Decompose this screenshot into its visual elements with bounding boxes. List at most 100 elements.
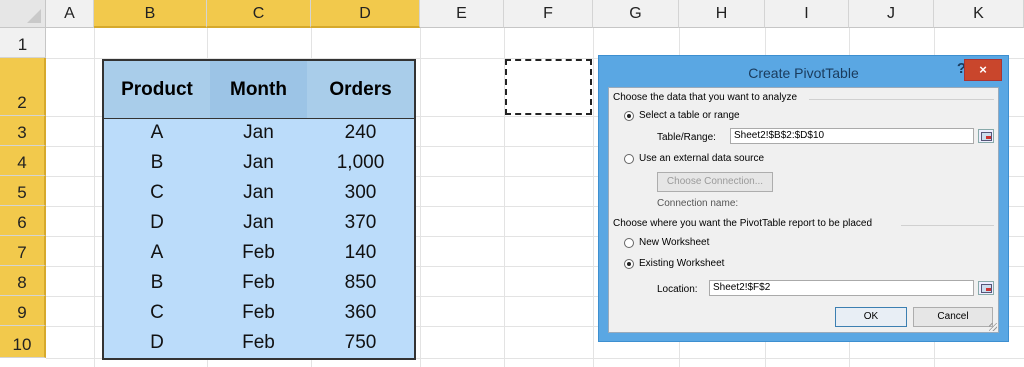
location-label: Location: xyxy=(657,284,698,295)
cell-product[interactable]: A xyxy=(104,238,210,268)
table-row: D Feb 750 xyxy=(104,328,414,358)
cell-month[interactable]: Feb xyxy=(210,298,307,328)
divider xyxy=(901,225,994,226)
new-worksheet-radio[interactable] xyxy=(624,238,634,248)
table-row: D Jan 370 xyxy=(104,208,414,238)
connection-name-label: Connection name: xyxy=(657,198,739,209)
row-header-1[interactable]: 1 xyxy=(0,28,46,58)
header-month[interactable]: Month xyxy=(210,61,307,118)
column-header-e[interactable]: E xyxy=(420,0,504,28)
location-picker-icon[interactable] xyxy=(978,281,994,295)
row-header-7[interactable]: 7 xyxy=(0,236,46,266)
cell-month[interactable]: Jan xyxy=(210,178,307,208)
cell-orders[interactable]: 240 xyxy=(307,118,414,148)
existing-worksheet-radio[interactable] xyxy=(624,259,634,269)
row-number: 6 xyxy=(17,213,27,232)
cell-product[interactable]: D xyxy=(104,328,210,358)
row-number: 3 xyxy=(17,123,27,142)
row-header-6[interactable]: 6 xyxy=(0,206,46,236)
row-number: 4 xyxy=(17,153,27,172)
select-table-label[interactable]: Select a table or range xyxy=(639,110,740,121)
select-all-icon xyxy=(27,9,41,23)
row-header-9[interactable]: 9 xyxy=(0,296,46,326)
close-button[interactable]: × xyxy=(964,59,1002,81)
cancel-button[interactable]: Cancel xyxy=(913,307,993,327)
column-header-a[interactable]: A xyxy=(46,0,94,28)
external-source-radio[interactable] xyxy=(624,154,634,164)
gridline xyxy=(420,28,421,367)
row-number: 1 xyxy=(17,35,28,54)
gridline xyxy=(593,28,594,367)
divider xyxy=(809,99,994,100)
external-source-label[interactable]: Use an external data source xyxy=(639,153,764,164)
cell-product[interactable]: C xyxy=(104,298,210,328)
row-number: 7 xyxy=(17,243,27,262)
table-row: A Feb 140 xyxy=(104,238,414,268)
cell-month[interactable]: Jan xyxy=(210,208,307,238)
cell-orders[interactable]: 750 xyxy=(307,328,414,358)
column-header-k[interactable]: K xyxy=(934,0,1024,28)
table-row: B Jan 1,000 xyxy=(104,148,414,178)
select-all-corner[interactable] xyxy=(0,0,46,28)
location-field[interactable]: Sheet2!$F$2 xyxy=(709,280,974,296)
cell-product[interactable]: B xyxy=(104,268,210,298)
cell-month[interactable]: Jan xyxy=(210,148,307,178)
select-table-radio[interactable] xyxy=(624,111,634,121)
column-header-j[interactable]: J xyxy=(849,0,934,28)
data-table[interactable]: Product Month Orders A Jan 240 B Jan 1,0… xyxy=(102,59,416,360)
column-header-i[interactable]: I xyxy=(765,0,849,28)
create-pivottable-dialog[interactable]: Create PivotTable ? × Choose the data th… xyxy=(598,55,1009,342)
table-row: B Feb 850 xyxy=(104,268,414,298)
cell-orders[interactable]: 300 xyxy=(307,178,414,208)
cell-orders[interactable]: 1,000 xyxy=(307,148,414,178)
column-header-c[interactable]: C xyxy=(207,0,311,28)
spreadsheet[interactable]: A B C D E F G H I J K 1 2 3 4 5 6 7 8 9 … xyxy=(0,0,1024,367)
range-picker-icon[interactable] xyxy=(978,129,994,143)
cell-orders[interactable]: 360 xyxy=(307,298,414,328)
cell-month[interactable]: Feb xyxy=(210,238,307,268)
row-number: 2 xyxy=(17,93,27,112)
row-header-8[interactable]: 8 xyxy=(0,266,46,296)
row-header-10[interactable]: 10 xyxy=(0,326,46,358)
cell-month[interactable]: Feb xyxy=(210,328,307,358)
cell-product[interactable]: A xyxy=(104,118,210,148)
cell-month[interactable]: Jan xyxy=(210,118,307,148)
column-header-h[interactable]: H xyxy=(679,0,765,28)
column-header-f[interactable]: F xyxy=(504,0,593,28)
new-worksheet-label[interactable]: New Worksheet xyxy=(639,237,709,248)
resize-grip-icon[interactable] xyxy=(989,323,997,331)
destination-cell-marquee xyxy=(505,59,592,115)
table-header-row: Product Month Orders xyxy=(104,61,414,119)
gridline xyxy=(94,28,95,367)
choose-connection-button[interactable]: Choose Connection... xyxy=(657,172,773,192)
existing-worksheet-label[interactable]: Existing Worksheet xyxy=(639,258,724,269)
row-header-3[interactable]: 3 xyxy=(0,116,46,146)
column-header-d[interactable]: D xyxy=(311,0,420,28)
cell-month[interactable]: Feb xyxy=(210,268,307,298)
row-header-2[interactable]: 2 xyxy=(0,58,46,116)
header-product[interactable]: Product xyxy=(104,61,210,118)
column-header-b[interactable]: B xyxy=(94,0,207,28)
cell-orders[interactable]: 850 xyxy=(307,268,414,298)
column-header-g[interactable]: G xyxy=(593,0,679,28)
table-row: C Jan 300 xyxy=(104,178,414,208)
row-number: 9 xyxy=(17,303,27,322)
cell-orders[interactable]: 140 xyxy=(307,238,414,268)
cell-orders[interactable]: 370 xyxy=(307,208,414,238)
row-header-4[interactable]: 4 xyxy=(0,146,46,176)
row-header-5[interactable]: 5 xyxy=(0,176,46,206)
row-number: 10 xyxy=(12,335,32,354)
table-range-field[interactable]: Sheet2!$B$2:$D$10 xyxy=(730,128,974,144)
cell-product[interactable]: C xyxy=(104,178,210,208)
dialog-body: Choose the data that you want to analyze… xyxy=(608,87,999,333)
row-number: 5 xyxy=(17,183,27,202)
cell-product[interactable]: B xyxy=(104,148,210,178)
table-range-label: Table/Range: xyxy=(657,132,716,143)
table-row: C Feb 360 xyxy=(104,298,414,328)
row-number: 8 xyxy=(17,273,27,292)
cell-product[interactable]: D xyxy=(104,208,210,238)
table-row: A Jan 240 xyxy=(104,118,414,148)
header-orders[interactable]: Orders xyxy=(307,61,414,118)
ok-button[interactable]: OK xyxy=(835,307,907,327)
analyze-section-label: Choose the data that you want to analyze xyxy=(613,92,798,103)
